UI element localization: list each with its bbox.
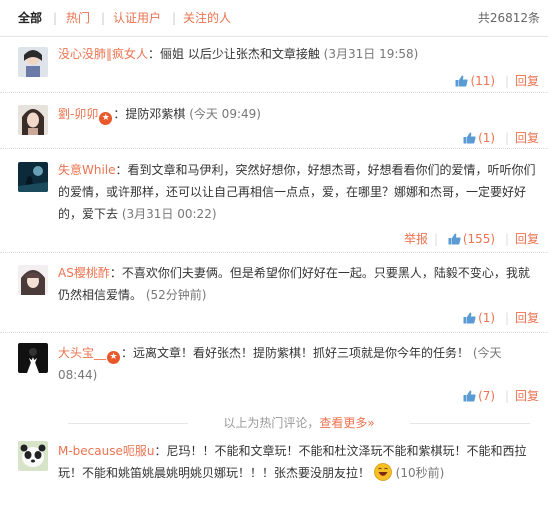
comment-timestamp: (今天 09:49) <box>189 107 261 121</box>
comment-text: ：远离文章！看好张杰！提防紫棋！抓好三项就是你今年的任务！ <box>121 346 470 360</box>
tab-separator: | <box>53 11 58 25</box>
thumbs-up-icon <box>463 390 476 402</box>
like-button[interactable]: (1) <box>463 131 499 145</box>
comment-item: AS樱桃酢：不喜欢你们夫妻俩。但是希望你们好好在一起。只要黑人，陆毅不变心，我就… <box>0 253 548 333</box>
comment-total-count: 共26812条 <box>477 11 540 25</box>
comment-item: 没心没肺‖疯女人：俪姐 以后少让张杰和文章接触 (3月31日 19:58) (1… <box>0 37 548 93</box>
reply-button[interactable]: 回复 <box>515 389 539 403</box>
comment-text: ：俪姐 以后少让张杰和文章接触 <box>148 47 320 61</box>
comment-username[interactable]: 失意While <box>58 163 116 177</box>
comment-username[interactable]: 大头宝__ <box>58 346 106 360</box>
avatar[interactable] <box>18 47 48 77</box>
like-count: (1) <box>478 311 496 325</box>
avatar[interactable] <box>18 105 48 135</box>
view-more-link[interactable]: 查看更多» <box>319 416 374 430</box>
comment-timestamp: (52分钟前) <box>145 288 207 302</box>
action-separator: | <box>504 131 509 145</box>
laughing-emoji-icon <box>373 463 392 481</box>
reply-button[interactable]: 回复 <box>515 311 539 325</box>
tab-hot[interactable]: 热门 <box>66 11 90 25</box>
reply-button[interactable]: 回复 <box>515 131 539 145</box>
reply-button[interactable]: 回复 <box>515 232 539 246</box>
report-button[interactable]: 举报 <box>404 232 428 246</box>
comment-text: ：提防邓紫棋 <box>113 107 186 121</box>
vip-badge-icon: ★ <box>99 112 113 125</box>
like-button[interactable]: (11) <box>455 74 498 88</box>
avatar[interactable] <box>18 265 48 295</box>
thumbs-up-icon <box>463 312 476 324</box>
action-separator: | <box>504 74 509 88</box>
comment-actions: (7) | 回复 <box>463 389 539 403</box>
action-separator: | <box>504 232 509 246</box>
comment-username[interactable]: AS樱桃酢 <box>58 266 110 280</box>
tab-separator: | <box>172 11 177 25</box>
tab-verified[interactable]: 认证用户 <box>113 11 161 25</box>
thumbs-up-icon <box>448 233 461 245</box>
comment-timestamp: (3月31日 00:22) <box>121 207 217 221</box>
like-button[interactable]: (7) <box>463 389 499 403</box>
comment-username[interactable]: M-because呃服u <box>58 444 154 458</box>
like-count: (1) <box>478 131 496 145</box>
like-count: (155) <box>462 232 496 246</box>
comment-item: 失意While：看到文章和马伊利，突然好想你，好想杰哥，好想看看你们的爱情，听听… <box>0 149 548 253</box>
comment-username[interactable]: 没心没肺‖疯女人 <box>58 47 148 61</box>
hot-comments-divider: 以上为热门评论，查看更多» <box>58 416 540 430</box>
like-count: (11) <box>470 74 496 88</box>
like-button[interactable]: (155) <box>444 232 499 246</box>
vip-badge-icon: ★ <box>107 351 121 364</box>
avatar[interactable] <box>18 441 48 471</box>
comment-text: ：不喜欢你们夫妻俩。但是希望你们好好在一起。只要黑人，陆毅不变心，我就仍然相信爱… <box>58 266 530 302</box>
action-separator: | <box>504 389 509 403</box>
comment-item: 大头宝__ ★ ：远离文章！看好张杰！提防紫棋！抓好三项就是你今年的任务！ (今天 … <box>0 333 548 411</box>
action-separator: | <box>433 232 438 246</box>
comment-actions: (11) | 回复 <box>455 74 539 88</box>
avatar[interactable] <box>18 343 48 373</box>
thumbs-up-icon <box>463 132 476 144</box>
like-button[interactable]: (1) <box>463 311 499 325</box>
tab-following[interactable]: 关注的人 <box>183 11 231 25</box>
comment-item: 劉-卯卯 ★ ：提防邓紫棋 (今天 09:49) (1) | 回复 <box>0 93 548 149</box>
reply-button[interactable]: 回复 <box>515 74 539 88</box>
thumbs-up-icon <box>455 75 469 87</box>
comment-item: M-because呃服u：尼玛！！不能和文章玩！不能和杜汶泽玩不能和紫棋玩！不能… <box>0 433 548 517</box>
comment-username[interactable]: 劉-卯卯 <box>58 107 98 121</box>
like-count: (7) <box>478 389 496 403</box>
comment-actions: (1) | 回复 <box>463 131 539 145</box>
tab-all[interactable]: 全部 <box>18 11 42 25</box>
comment-actions: 举报 | (155) | 回复 <box>404 232 539 246</box>
hot-comments-note: 以上为热门评论， <box>223 416 320 430</box>
comment-filter-tabs: 全部 | 热门 | 认证用户 | 关注的人 共26812条 <box>0 0 548 37</box>
tab-separator: | <box>101 11 106 25</box>
action-separator: | <box>504 311 509 325</box>
comment-timestamp: (3月31日 19:58) <box>323 47 419 61</box>
comment-actions: (1) | 回复 <box>463 311 539 325</box>
avatar[interactable] <box>18 162 48 192</box>
comment-timestamp: (10秒前) <box>395 466 445 480</box>
